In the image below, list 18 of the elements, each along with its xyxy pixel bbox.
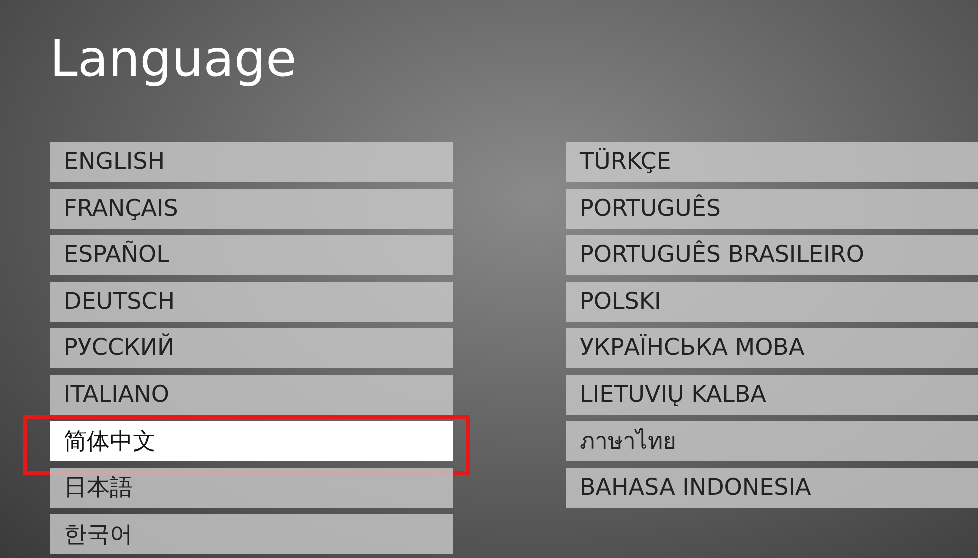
- language-option[interactable]: POLSKI: [566, 282, 978, 322]
- language-option[interactable]: УКРАЇНСЬКА МОВА: [566, 328, 978, 368]
- language-option[interactable]: BAHASA INDONESIA: [566, 468, 978, 508]
- language-option[interactable]: ESPAÑOL: [50, 235, 453, 275]
- language-option[interactable]: LIETUVIŲ KALBA: [566, 374, 978, 414]
- language-option[interactable]: 日本語: [50, 468, 453, 508]
- language-option[interactable]: 한국어: [50, 514, 453, 554]
- language-option[interactable]: TÜRKÇE: [566, 142, 978, 182]
- language-option[interactable]: РУССКИЙ: [50, 328, 453, 368]
- language-option[interactable]: DEUTSCH: [50, 282, 453, 322]
- language-option[interactable]: FRANÇAIS: [50, 188, 453, 228]
- language-option[interactable]: ENGLISH: [50, 142, 453, 182]
- language-option[interactable]: PORTUGUÊS BRASILEIRO: [566, 235, 978, 275]
- language-option[interactable]: ภาษาไทย: [566, 421, 978, 461]
- language-option[interactable]: 简体中文: [50, 421, 453, 461]
- language-option[interactable]: ITALIANO: [50, 374, 453, 414]
- page-title: Language: [50, 29, 297, 90]
- language-option[interactable]: PORTUGUÊS: [566, 188, 978, 228]
